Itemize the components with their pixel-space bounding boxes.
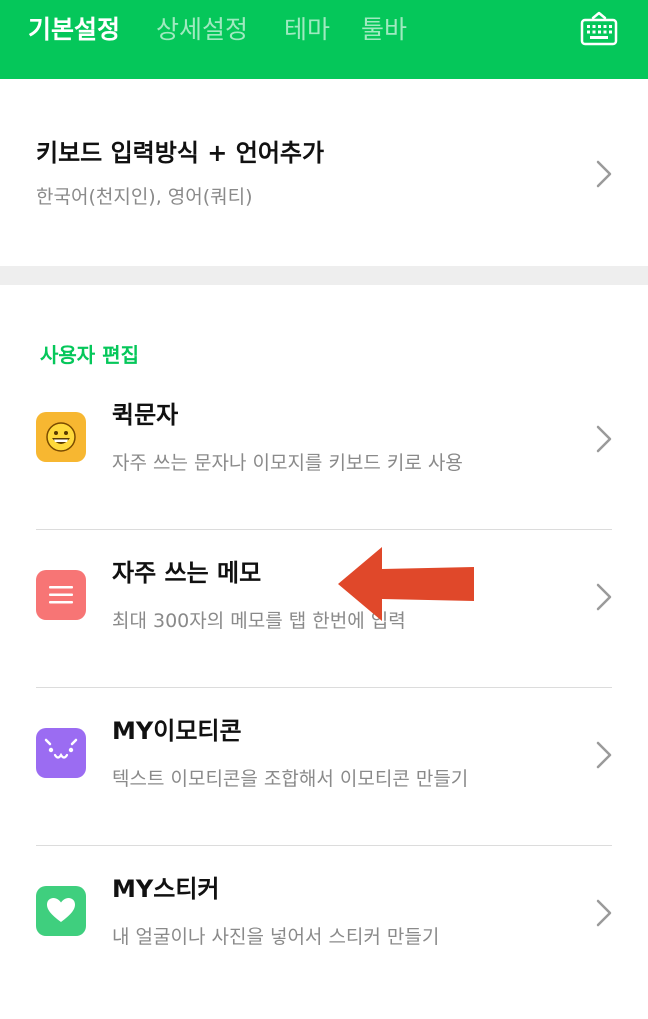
tab-theme[interactable]: 테마: [284, 12, 330, 48]
chevron-right-icon: [596, 583, 612, 611]
item-subtitle: 자주 쓰는 문자나 이모지를 키보드 키로 사용: [112, 452, 463, 474]
input-method-row[interactable]: 키보드 입력방식 + 언어추가 한국어(천지인), 영어(쿼티): [0, 79, 648, 266]
input-method-title: 키보드 입력방식 + 언어추가: [36, 139, 325, 167]
settings-screen: 기본설정 상세설정 테마 툴바 키보드 입력방식 + 언어추가 한국어(천지인)…: [0, 0, 648, 1019]
chevron-right-icon: [596, 160, 612, 188]
item-title: MY이모티콘: [112, 717, 242, 745]
list-item-frequent-memo[interactable]: 자주 쓰는 메모 최대 300자의 메모를 탭 한번에 입력: [0, 530, 648, 688]
red-arrow-left-icon: [338, 547, 474, 621]
section-header-user-edit: 사용자 편집: [40, 343, 139, 367]
emoticon-face-icon: [36, 728, 86, 778]
item-title: 자주 쓰는 메모: [112, 559, 262, 587]
top-tab-bar: 기본설정 상세설정 테마 툴바: [0, 0, 648, 79]
heart-icon: [36, 886, 86, 936]
smiley-icon: [36, 412, 86, 462]
section-divider: [0, 266, 648, 285]
list-item-my-sticker[interactable]: MY스티커 내 얼굴이나 사진을 넣어서 스티커 만들기: [0, 846, 648, 1004]
tab-detail-settings[interactable]: 상세설정: [156, 12, 248, 48]
memo-lines-icon: [36, 570, 86, 620]
chevron-right-icon: [596, 425, 612, 453]
item-subtitle: 내 얼굴이나 사진을 넣어서 스티커 만들기: [112, 926, 440, 948]
list-item-quick-text[interactable]: 퀵문자 자주 쓰는 문자나 이모지를 키보드 키로 사용: [0, 372, 648, 530]
tab-toolbar[interactable]: 툴바: [361, 12, 407, 48]
chevron-right-icon: [596, 741, 612, 769]
item-title: 퀵문자: [112, 401, 179, 429]
tab-basic-settings[interactable]: 기본설정: [28, 12, 120, 48]
chevron-right-icon: [596, 899, 612, 927]
item-title: MY스티커: [112, 875, 220, 903]
input-method-subtitle: 한국어(천지인), 영어(쿼티): [36, 186, 253, 208]
item-subtitle: 텍스트 이모티콘을 조합해서 이모티콘 만들기: [112, 768, 469, 790]
list-item-my-emoticon[interactable]: MY이모티콘 텍스트 이모티콘을 조합해서 이모티콘 만들기: [0, 688, 648, 846]
keyboard-icon[interactable]: [578, 10, 620, 50]
